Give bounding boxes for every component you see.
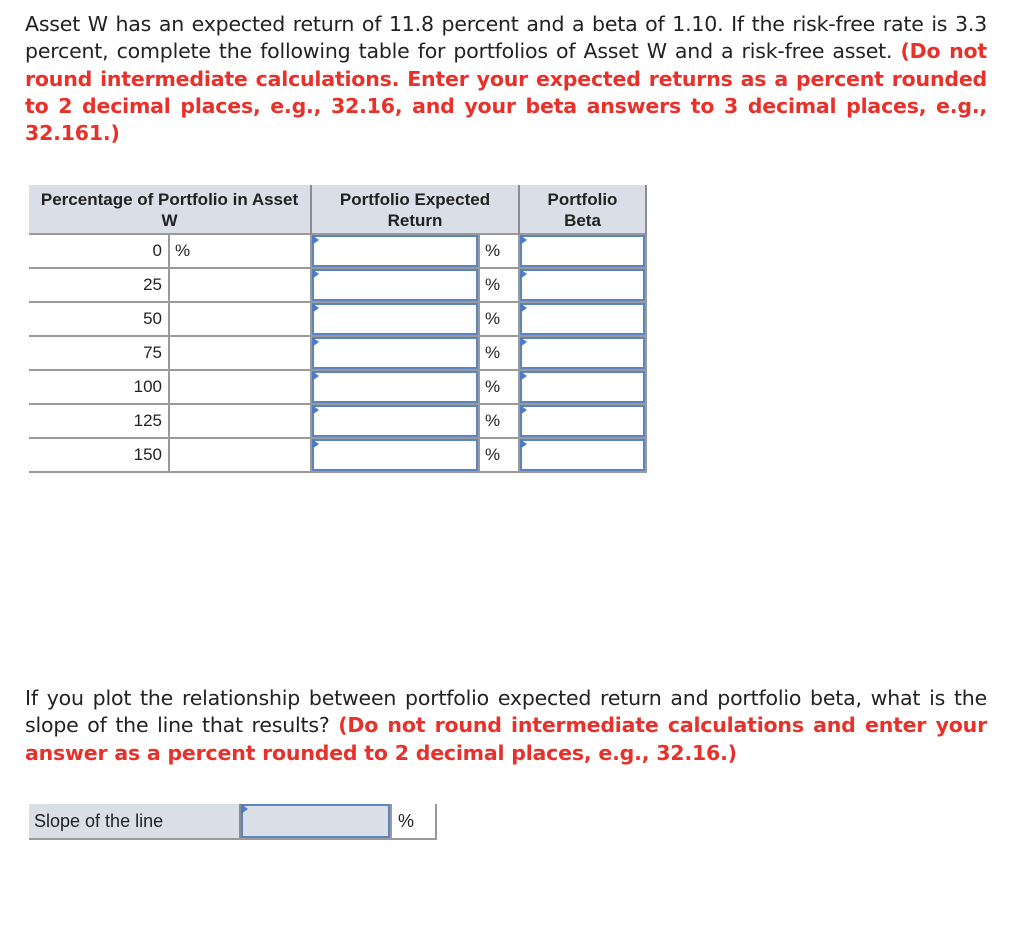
- expected-return-input[interactable]: [314, 441, 476, 469]
- beta-cell: [519, 370, 647, 405]
- header-percentage: Percentage of Portfolio in Asset W: [29, 185, 312, 234]
- expected-return-unit: %: [479, 302, 520, 337]
- table-row: 0%%: [29, 234, 647, 269]
- expected-return-unit: %: [479, 438, 520, 473]
- slope-input[interactable]: [243, 806, 388, 836]
- input-flag-icon: [520, 303, 527, 313]
- input-flag-icon: [312, 439, 319, 449]
- percentage-unit: [169, 404, 312, 439]
- input-flag-icon: [312, 269, 319, 279]
- expected-return-box: [312, 405, 478, 437]
- expected-return-unit: %: [479, 234, 520, 269]
- beta-input[interactable]: [522, 373, 643, 401]
- expected-return-unit: %: [479, 404, 520, 439]
- beta-box: [520, 337, 645, 369]
- input-flag-icon: [312, 405, 319, 415]
- percentage-value: 125: [29, 404, 170, 439]
- expected-return-cell: [311, 370, 480, 405]
- beta-box: [520, 235, 645, 267]
- input-flag-icon: [520, 371, 527, 381]
- slope-label: Slope of the line: [29, 804, 241, 838]
- expected-return-unit: %: [479, 370, 520, 405]
- beta-input[interactable]: [522, 339, 643, 367]
- percentage-unit: [169, 438, 312, 473]
- header-expected-return: Portfolio Expected Return: [311, 185, 520, 234]
- expected-return-box: [312, 235, 478, 267]
- beta-input[interactable]: [522, 407, 643, 435]
- percentage-unit: %: [169, 234, 312, 269]
- expected-return-input[interactable]: [314, 237, 476, 265]
- slope-input-box: [241, 804, 390, 838]
- percentage-value: 50: [29, 302, 170, 337]
- input-flag-icon: [241, 804, 248, 814]
- input-flag-icon: [312, 303, 319, 313]
- input-flag-icon: [520, 235, 527, 245]
- slope-row: Slope of the line %: [29, 804, 437, 840]
- input-flag-icon: [520, 405, 527, 415]
- question-2: If you plot the relationship between por…: [25, 685, 987, 767]
- table-row: 125%: [29, 404, 647, 439]
- input-flag-icon: [312, 235, 319, 245]
- percentage-value: 75: [29, 336, 170, 371]
- expected-return-box: [312, 303, 478, 335]
- question-1-text: Asset W has an expected return of 11.8 p…: [25, 12, 987, 64]
- beta-cell: [519, 268, 647, 303]
- beta-cell: [519, 234, 647, 269]
- table-row: 25%: [29, 268, 647, 303]
- table-header-row: Percentage of Portfolio in Asset W Portf…: [29, 185, 647, 234]
- expected-return-input[interactable]: [314, 305, 476, 333]
- beta-box: [520, 371, 645, 403]
- input-flag-icon: [312, 371, 319, 381]
- expected-return-cell: [311, 404, 480, 439]
- beta-box: [520, 303, 645, 335]
- portfolio-table: Percentage of Portfolio in Asset W Portf…: [29, 185, 647, 473]
- percentage-unit: [169, 302, 312, 337]
- table-row: 100%: [29, 370, 647, 405]
- percentage-value: 0: [29, 234, 170, 269]
- input-flag-icon: [520, 269, 527, 279]
- beta-input[interactable]: [522, 237, 643, 265]
- input-flag-icon: [520, 439, 527, 449]
- beta-input[interactable]: [522, 441, 643, 469]
- beta-box: [520, 405, 645, 437]
- percentage-unit: [169, 336, 312, 371]
- expected-return-unit: %: [479, 336, 520, 371]
- beta-cell: [519, 302, 647, 337]
- expected-return-input[interactable]: [314, 271, 476, 299]
- input-flag-icon: [520, 337, 527, 347]
- expected-return-cell: [311, 438, 480, 473]
- expected-return-cell: [311, 302, 480, 337]
- beta-cell: [519, 336, 647, 371]
- table-row: 50%: [29, 302, 647, 337]
- beta-cell: [519, 438, 647, 473]
- expected-return-input[interactable]: [314, 373, 476, 401]
- beta-input[interactable]: [522, 305, 643, 333]
- expected-return-box: [312, 439, 478, 471]
- input-flag-icon: [312, 337, 319, 347]
- percentage-unit: [169, 370, 312, 405]
- percentage-value: 150: [29, 438, 170, 473]
- header-beta: Portfolio Beta: [519, 185, 647, 234]
- question-1: Asset W has an expected return of 11.8 p…: [25, 11, 987, 147]
- beta-box: [520, 439, 645, 471]
- expected-return-cell: [311, 336, 480, 371]
- beta-input[interactable]: [522, 271, 643, 299]
- expected-return-input[interactable]: [314, 407, 476, 435]
- beta-cell: [519, 404, 647, 439]
- expected-return-input[interactable]: [314, 339, 476, 367]
- slope-input-cell: [241, 804, 390, 838]
- percentage-value: 100: [29, 370, 170, 405]
- expected-return-box: [312, 337, 478, 369]
- expected-return-box: [312, 269, 478, 301]
- expected-return-cell: [311, 234, 480, 269]
- slope-unit: %: [390, 804, 437, 838]
- beta-box: [520, 269, 645, 301]
- expected-return-cell: [311, 268, 480, 303]
- table-row: 75%: [29, 336, 647, 371]
- percentage-unit: [169, 268, 312, 303]
- table-row: 150%: [29, 438, 647, 473]
- expected-return-box: [312, 371, 478, 403]
- expected-return-unit: %: [479, 268, 520, 303]
- percentage-value: 25: [29, 268, 170, 303]
